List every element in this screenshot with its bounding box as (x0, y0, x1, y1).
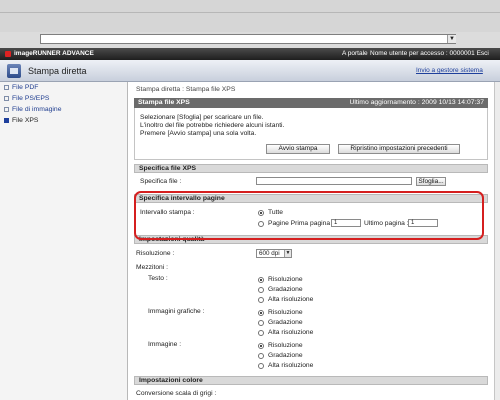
bullet-icon (4, 85, 9, 90)
page-title: Stampa diretta (28, 66, 87, 76)
title-bar: Stampa diretta Invio a gestore sistema (0, 60, 500, 82)
printer-icon (7, 64, 21, 78)
breadcrumb: Stampa diretta : Stampa file XPS (136, 86, 236, 93)
sidebar-item-label: File PS/EPS (12, 95, 50, 102)
portal-link[interactable]: A portale (342, 50, 368, 57)
radio-image-resolution[interactable] (258, 343, 264, 349)
send-to-admin-link[interactable]: Invio a gestore sistema (416, 67, 483, 74)
radio-image-gradation[interactable] (258, 353, 264, 359)
radio-graphics-high-resolution[interactable] (258, 330, 264, 336)
sidebar-item-ps-eps[interactable]: File PS/EPS (4, 95, 49, 105)
restore-settings-button[interactable]: Ripristino impostazioni precedenti (338, 144, 460, 154)
last-updated: Ultimo aggiornamento : 2009 10/13 14:07:… (349, 99, 484, 106)
bullet-icon (4, 107, 9, 112)
app-header: imageRUNNER ADVANCE A portale Nome utent… (0, 48, 500, 60)
resolution-label: Risoluzione : (136, 250, 175, 257)
instruction-line: Selezionare [Sfoglia] per scaricare un f… (140, 114, 264, 121)
panel-header: Stampa file XPS Ultimo aggiornamento : 2… (134, 98, 488, 108)
sidebar: File PDF File PS/EPS File di immagine Fi… (0, 82, 128, 400)
sidebar-item-label: File PDF (12, 84, 39, 91)
user-info[interactable]: Nome utente per accesso : 0000001 Esci (370, 50, 489, 57)
panel-title: Stampa file XPS (138, 99, 190, 106)
option-label: Risoluzione (268, 276, 303, 283)
file-spec-label: Specifica file : (140, 178, 182, 185)
address-dropdown-icon[interactable]: ▼ (447, 35, 456, 43)
section-file-spec: Specifica file XPS (134, 164, 488, 173)
resolution-select[interactable]: 600 dpi ▼ (256, 249, 292, 258)
option-label: Risoluzione (268, 342, 303, 349)
sidebar-item-label: File XPS (12, 117, 39, 124)
option-label: Alta risoluzione (268, 362, 314, 369)
option-label: Gradazione (268, 352, 303, 359)
bullet-icon (4, 96, 9, 101)
sidebar-item-label: File di immagine (12, 106, 62, 113)
radio-text-high-resolution[interactable] (258, 297, 264, 303)
highlight-annotation (134, 191, 484, 240)
brand-name: imageRUNNER ADVANCE (14, 50, 94, 57)
option-label: Risoluzione (268, 309, 303, 316)
radio-image-high-resolution[interactable] (258, 363, 264, 369)
file-path-input[interactable] (256, 177, 412, 185)
halftone-label: Mezzitoni : (136, 264, 168, 271)
halftone-group-label: Immagine : (148, 341, 182, 348)
radio-text-resolution[interactable] (258, 277, 264, 283)
radio-graphics-gradation[interactable] (258, 320, 264, 326)
sidebar-item-image[interactable]: File di immagine (4, 106, 61, 116)
browser-divider (0, 12, 500, 13)
sidebar-item-xps[interactable]: File XPS (4, 117, 38, 127)
option-label: Alta risoluzione (268, 329, 314, 336)
browser-chrome (0, 0, 500, 32)
option-label: Gradazione (268, 286, 303, 293)
start-print-button[interactable]: Avvio stampa (266, 144, 330, 154)
main-content: Stampa diretta : Stampa file XPS Stampa … (128, 82, 494, 400)
halftone-group-label: Immagini grafiche : (148, 308, 205, 315)
chevron-down-icon: ▼ (284, 250, 291, 257)
sidebar-item-pdf[interactable]: File PDF (4, 84, 38, 94)
instruction-line: Premere [Avvio stampa] una sola volta. (140, 130, 257, 137)
canon-logo-icon (5, 51, 11, 57)
radio-graphics-resolution[interactable] (258, 310, 264, 316)
resolution-value: 600 dpi (259, 250, 280, 257)
option-label: Gradazione (268, 319, 303, 326)
grayscale-label: Conversione scala di grigi : (136, 390, 217, 397)
bullet-icon (4, 118, 9, 123)
halftone-group-label: Testo : (148, 275, 168, 282)
page-scrollbar[interactable] (494, 82, 500, 400)
option-label: Alta risoluzione (268, 296, 314, 303)
instruction-line: L'inoltro del file potrebbe richiedere a… (140, 122, 285, 129)
browse-button[interactable]: Sfoglia... (416, 177, 446, 186)
section-color: Impostazioni colore (134, 376, 488, 385)
radio-text-gradation[interactable] (258, 287, 264, 293)
address-bar[interactable] (40, 34, 456, 44)
